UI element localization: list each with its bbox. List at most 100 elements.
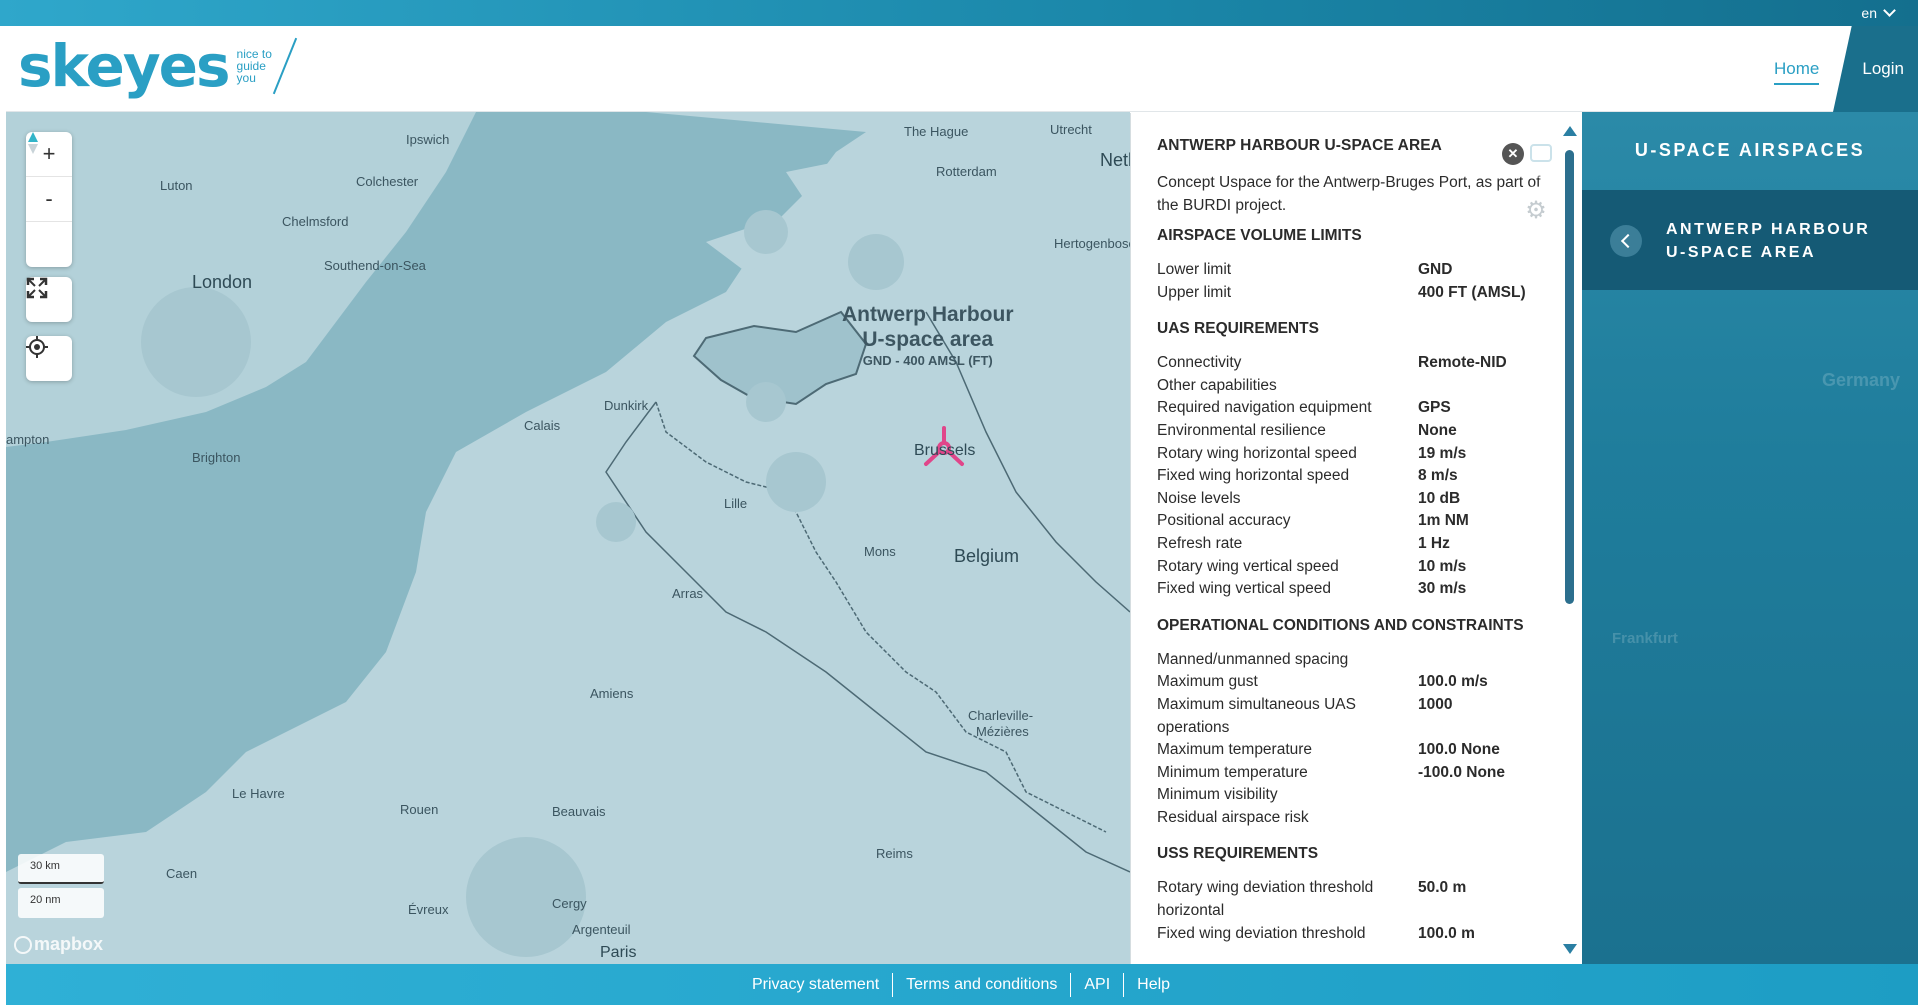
- footer: Privacy statement Terms and conditions A…: [6, 964, 1918, 1005]
- detail-row: Fixed wing vertical speed 30 m/s: [1157, 580, 1467, 598]
- map-place-label: Caen: [166, 866, 198, 881]
- top-bar: en: [0, 0, 1918, 26]
- gear-icon: ⚙: [1525, 196, 1547, 224]
- detail-row: Environmental resilience None: [1157, 421, 1457, 439]
- map-place-label: Netherlands: [1100, 150, 1130, 170]
- map-place-label: Arras: [672, 586, 704, 601]
- layer-toggle-icon: [1530, 144, 1552, 162]
- locate-icon: [26, 336, 48, 358]
- geolocate-control: [26, 336, 72, 381]
- mapbox-logo[interactable]: mapbox: [14, 934, 103, 955]
- map-place-label: Calais: [524, 418, 561, 433]
- panel-description: Concept Uspace for the Antwerp-Bruges Po…: [1157, 174, 1541, 214]
- map-place-label: Mons: [864, 544, 896, 559]
- map-place-label: Mézières: [976, 724, 1029, 739]
- zoom-out-button[interactable]: -: [26, 177, 72, 222]
- detail-row: Noise levels 10 dB: [1157, 489, 1461, 507]
- fullscreen-icon: [26, 277, 48, 299]
- map-place-label: Reims: [876, 846, 913, 861]
- geolocate-button[interactable]: [26, 336, 72, 381]
- close-panel-button[interactable]: ✕: [1502, 143, 1524, 165]
- language-selector[interactable]: en: [1861, 4, 1896, 21]
- map-place-label: Luton: [160, 178, 193, 193]
- login-label: Login: [1862, 59, 1904, 78]
- map-place-label: Southend-on-Sea: [324, 258, 426, 273]
- map-place-label: Paris: [600, 944, 637, 961]
- back-arrow-icon[interactable]: [1610, 225, 1642, 257]
- compass-button[interactable]: [26, 132, 72, 267]
- map-place-label: The Hague: [904, 124, 969, 139]
- map-place-label: Rouen: [400, 802, 439, 817]
- detail-row: Required navigation equipment GPS: [1157, 399, 1451, 417]
- airspaces-sidebar: Germany Frankfurt U-SPACE AIRSPACES ANTW…: [1582, 112, 1918, 964]
- detail-row: Maximum gust 100.0 m/s: [1157, 673, 1488, 691]
- sidebar-item-label: ANTWERP HARBOUR U-SPACE AREA: [1666, 221, 1871, 261]
- logo-wordmark: skeyes: [18, 32, 231, 100]
- sidebar-background-label: Germany: [1822, 370, 1901, 390]
- map-place-label: Lille: [724, 496, 748, 511]
- airspace-details-panel[interactable]: ANTWERP HARBOUR U-SPACE AREA Concept Usp…: [1130, 113, 1582, 964]
- map-place-label: Amiens: [590, 686, 634, 701]
- scale-metric: 30 km: [18, 854, 104, 884]
- detail-row: Rotary wing vertical speed 10 m/s: [1157, 557, 1467, 575]
- fullscreen-button[interactable]: [26, 277, 72, 322]
- section-heading: UAS REQUIREMENTS: [1157, 320, 1319, 338]
- scroll-thumb[interactable]: [1565, 150, 1574, 604]
- sidebar-title: U-SPACE AIRSPACES: [1634, 140, 1866, 160]
- map-place-label: Rotterdam: [936, 164, 997, 179]
- compass-icon: [28, 132, 38, 154]
- detail-row: Fixed wing horizontal speed 8 m/s: [1157, 467, 1458, 485]
- scroll-down-icon[interactable]: [1563, 944, 1577, 954]
- help-link[interactable]: Help: [1123, 972, 1183, 997]
- detail-row: Positional accuracy 1m NM: [1157, 512, 1469, 530]
- map-place-label: Utrecht: [1050, 122, 1092, 137]
- logo-tagline: nice to guide you: [236, 47, 272, 85]
- language-label: en: [1861, 5, 1877, 21]
- privacy-statement-link[interactable]: Privacy statement: [739, 973, 892, 997]
- panel-title: ANTWERP HARBOUR U-SPACE AREA: [1157, 137, 1442, 154]
- settings-button[interactable]: ⚙: [1512, 186, 1560, 234]
- detail-row: Fixed wing deviation threshold 100.0 m: [1157, 924, 1475, 942]
- map-place-label: Chelmsford: [282, 214, 349, 229]
- login-button[interactable]: Login: [1833, 26, 1918, 112]
- map-place-label: Brighton: [192, 450, 241, 465]
- skeyes-logo[interactable]: skeyes nice to guide you: [18, 32, 298, 100]
- detail-row: Minimum temperature -100.0 None: [1157, 763, 1506, 781]
- sidebar-background-label: Frankfurt: [1612, 630, 1678, 647]
- map-place-label: Dunkirk: [604, 398, 649, 413]
- footer-links: Privacy statement Terms and conditions A…: [739, 964, 1183, 1005]
- detail-row: Residual airspace risk: [1157, 808, 1309, 826]
- map-place-label: Beauvais: [552, 804, 606, 819]
- map-place-label: Le Havre: [232, 786, 285, 801]
- map-place-label: Colchester: [356, 174, 419, 189]
- map-place-label: Ipswich: [406, 132, 450, 147]
- chevron-down-icon: [1883, 4, 1896, 17]
- detail-row: Other capabilities: [1157, 376, 1277, 394]
- detail-row: Manned/unmanned spacing: [1157, 650, 1349, 668]
- mapbox-icon: [14, 935, 32, 954]
- map-place-label: ampton: [6, 432, 50, 447]
- area-label[interactable]: Antwerp Harbour U-space area GND - 400 A…: [842, 302, 1014, 369]
- section-heading: OPERATIONAL CONDITIONS AND CONSTRAINTS: [1157, 616, 1524, 634]
- detail-row: Maximum simultaneous UAS operations 1000: [1157, 695, 1453, 736]
- header: skeyes nice to guide you Home Login: [6, 26, 1918, 112]
- detail-row: Rotary wing deviation threshold horizont…: [1157, 879, 1467, 920]
- scale-imperial: 20 nm: [18, 888, 104, 918]
- terms-link[interactable]: Terms and conditions: [892, 972, 1070, 997]
- map-view[interactable]: Ipswich Luton Colchester Chelmsford Lond…: [6, 112, 1130, 964]
- logo-slash: [272, 37, 298, 95]
- nav-home-link[interactable]: Home: [1774, 59, 1820, 85]
- map-place-label: Belgium: [954, 546, 1020, 566]
- fullscreen-control: [26, 277, 72, 322]
- panel-scrollbar[interactable]: [1558, 120, 1580, 956]
- api-link[interactable]: API: [1070, 972, 1123, 997]
- detail-row: Rotary wing horizontal speed 19 m/s: [1157, 444, 1467, 462]
- map-place-label: Brussels: [914, 442, 976, 459]
- section-heading: AIRSPACE VOLUME LIMITS: [1157, 227, 1362, 244]
- detail-row: Maximum temperature 100.0 None: [1157, 741, 1500, 759]
- sidebar-item-antwerp-harbour[interactable]: ANTWERP HARBOUR U-SPACE AREA: [1582, 190, 1918, 290]
- detail-row: Upper limit 400 FT (AMSL): [1157, 283, 1526, 301]
- map-place-label: Charleville-: [968, 708, 1034, 723]
- scroll-up-icon[interactable]: [1563, 126, 1577, 136]
- detail-row: Refresh rate 1 Hz: [1157, 534, 1450, 552]
